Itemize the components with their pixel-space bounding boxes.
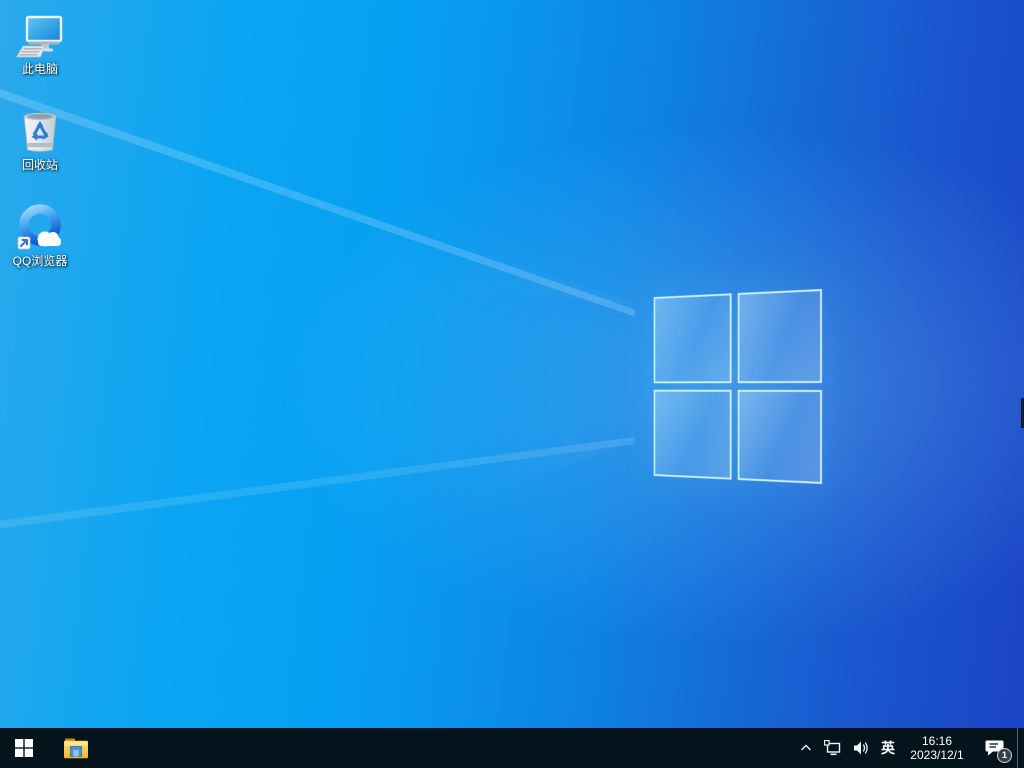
clock-time: 16:16 [922,734,952,748]
action-center-button[interactable]: 1 [973,728,1017,768]
speaker-icon [853,740,870,756]
desktop-icon-label: QQ浏览器 [13,254,68,268]
windows-logo-pane [654,293,731,383]
clock-date: 2023/12/1 [910,748,963,762]
show-desktop-button[interactable] [1017,728,1024,768]
qq-browser-icon [16,204,64,252]
this-pc-icon [16,12,64,60]
system-tray: 英 16:16 2023/12/1 1 [793,728,1024,768]
windows-desktop: 此电脑 [0,0,1024,768]
windows-logo-pane [737,289,822,383]
windows-logo-pane [654,390,731,480]
windows-flag-logo [654,289,822,484]
desktop-icon-qq-browser[interactable]: QQ浏览器 [4,198,76,272]
chevron-up-icon [799,741,813,755]
taskbar-empty-area [100,728,793,768]
taskbar-clock[interactable]: 16:16 2023/12/1 [901,728,973,768]
desktop-icon-label: 回收站 [22,158,58,172]
file-explorer-icon [64,738,88,759]
network-tray-button[interactable] [819,728,847,768]
desktop-icon-label: 此电脑 [22,62,58,76]
show-hidden-icons-button[interactable] [793,728,819,768]
desktop-icon-recycle-bin[interactable]: 回收站 [4,102,76,176]
windows-logo-pane [737,390,822,484]
taskbar: 英 16:16 2023/12/1 1 [0,728,1024,768]
desktop-icon-this-pc[interactable]: 此电脑 [4,6,76,80]
desktop-wallpaper [0,0,1024,728]
notification-count-badge: 1 [997,748,1012,763]
start-button[interactable] [0,728,48,768]
volume-tray-button[interactable] [847,728,875,768]
windows-logo-icon [15,739,33,757]
ethernet-monitor-icon [824,740,842,756]
ime-language-indicator[interactable]: 英 [875,728,901,768]
desktop-icon-list: 此电脑 [4,6,76,294]
recycle-bin-icon [16,108,64,156]
taskbar-file-explorer-button[interactable] [52,728,100,768]
